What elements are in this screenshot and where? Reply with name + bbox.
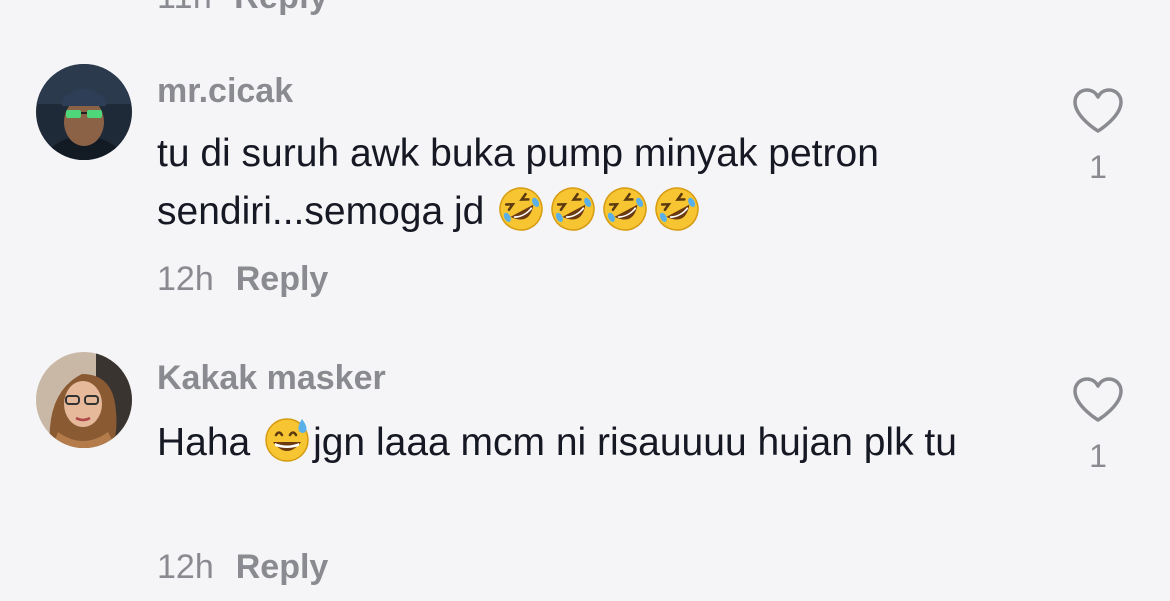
- comment-username[interactable]: mr.cicak: [157, 72, 293, 111]
- avatar-image: [36, 352, 132, 448]
- avatar[interactable]: [36, 352, 132, 448]
- comment-timestamp: 12h: [157, 548, 214, 586]
- heart-icon[interactable]: [1071, 376, 1125, 424]
- comment-text-end: jgn laaa mcm ni risauuuu hujan plk tu: [313, 421, 957, 464]
- reply-button[interactable]: Reply: [234, 0, 328, 16]
- rofl-emoji-icon: [548, 184, 598, 234]
- reply-button[interactable]: Reply: [236, 260, 329, 298]
- comment-text: Haha jgn laaa mcm ni risauuuu hujan plk …: [157, 414, 1037, 472]
- rofl-emoji-icon: [496, 184, 546, 234]
- heart-icon[interactable]: [1071, 87, 1125, 135]
- like-control: 1: [1068, 376, 1128, 475]
- comment-timestamp: 11h: [157, 0, 212, 16]
- like-count: 1: [1089, 149, 1107, 185]
- like-count: 1: [1089, 438, 1107, 474]
- comment-text: tu di suruh awk buka pump minyak petron …: [157, 125, 1037, 241]
- comment-username[interactable]: Kakak masker: [157, 359, 386, 398]
- comment-meta: 12h Reply: [157, 548, 328, 587]
- avatar[interactable]: [36, 64, 132, 160]
- rofl-emoji-icon: [600, 184, 650, 234]
- like-control: 1: [1068, 87, 1128, 186]
- comment-timestamp: 12h: [157, 260, 214, 298]
- previous-comment-meta: 11h Reply: [157, 0, 328, 17]
- comment-text-line: tu di suruh awk buka pump minyak petron: [157, 132, 879, 175]
- comment-text-start: Haha: [157, 421, 262, 464]
- comment-meta: 12h Reply: [157, 260, 328, 299]
- comment-text-line: sendiri...semoga jd: [157, 190, 485, 233]
- rofl-emoji-icon: [652, 184, 702, 234]
- avatar-image: [36, 64, 132, 160]
- reply-button[interactable]: Reply: [236, 548, 329, 586]
- grinning-sweat-emoji-icon: [262, 415, 312, 465]
